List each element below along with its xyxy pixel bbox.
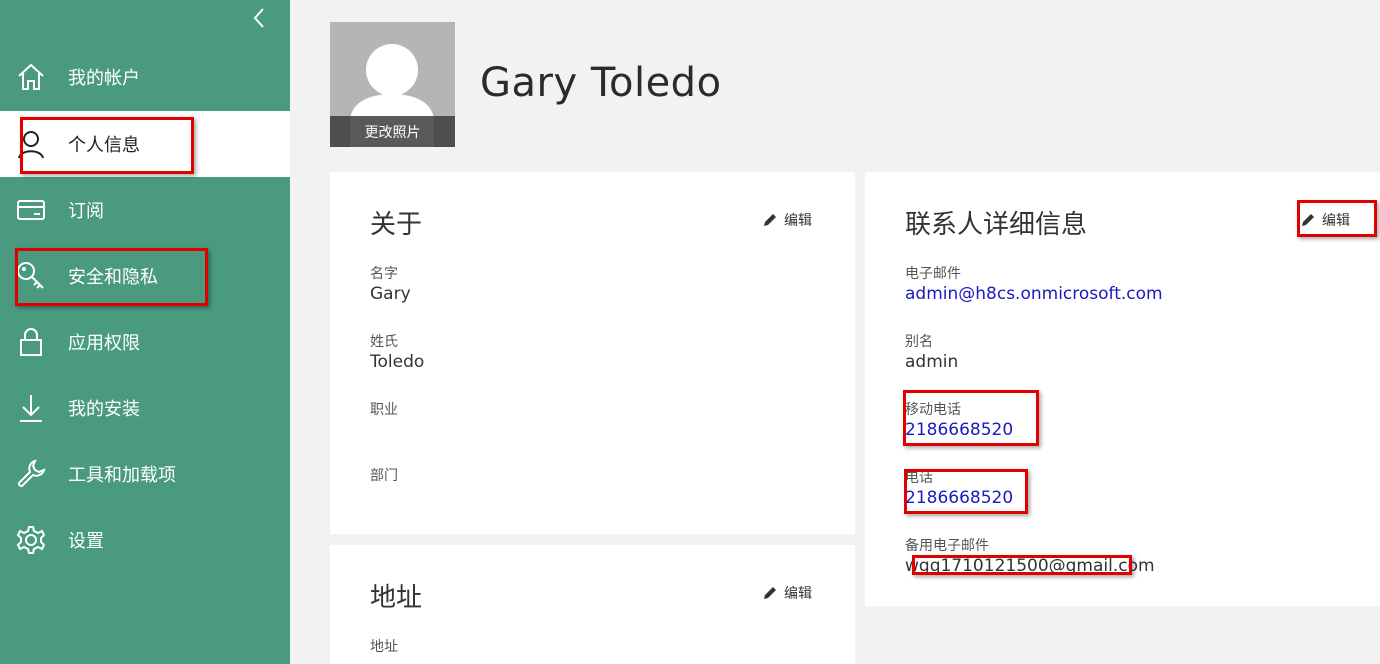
card-icon bbox=[14, 193, 48, 227]
sidebar-item-label: 设置 bbox=[68, 531, 104, 552]
sidebar-item-my-installs[interactable]: 我的安装 bbox=[0, 375, 290, 441]
sidebar-item-my-account[interactable]: 我的帐户 bbox=[0, 44, 290, 110]
lock-icon bbox=[14, 325, 48, 359]
edit-label: 编辑 bbox=[1322, 213, 1350, 229]
home-icon bbox=[14, 60, 48, 94]
wrench-icon bbox=[14, 457, 48, 491]
mobile-link[interactable]: 2186668520 bbox=[905, 420, 1013, 440]
person-icon bbox=[14, 127, 48, 161]
gear-icon bbox=[14, 523, 48, 557]
mobile-label: 移动电话 bbox=[905, 402, 961, 418]
sidebar-item-label: 应用权限 bbox=[68, 333, 140, 354]
sidebar-item-label: 我的安装 bbox=[68, 399, 140, 420]
sidebar-item-label: 个人信息 bbox=[68, 135, 140, 156]
department-label: 部门 bbox=[370, 468, 398, 484]
phone-label: 电话 bbox=[905, 470, 933, 486]
collapse-sidebar-button[interactable] bbox=[250, 6, 270, 30]
change-photo-button[interactable]: 更改照片 bbox=[330, 116, 455, 147]
profile-name: Gary Toledo bbox=[480, 60, 722, 106]
address-title: 地址 bbox=[370, 583, 423, 613]
sidebar-item-subscriptions[interactable]: 订阅 bbox=[0, 177, 290, 243]
alias-label: 别名 bbox=[905, 334, 933, 350]
contact-edit-button[interactable]: 编辑 bbox=[1300, 210, 1350, 230]
avatar[interactable]: 更改照片 bbox=[330, 22, 455, 147]
alias-value: admin bbox=[905, 352, 959, 372]
edit-label: 编辑 bbox=[784, 213, 812, 229]
contact-card: 联系人详细信息 编辑 电子邮件 admin@h8cs.onmicrosoft.c… bbox=[865, 172, 1380, 606]
sidebar-item-security-privacy[interactable]: 安全和隐私 bbox=[0, 243, 290, 309]
sidebar-item-app-permissions[interactable]: 应用权限 bbox=[0, 309, 290, 375]
sidebar-item-label: 我的帐户 bbox=[68, 68, 140, 89]
first-name-label: 名字 bbox=[370, 266, 398, 282]
sidebar-item-settings[interactable]: 设置 bbox=[0, 507, 290, 573]
email-label: 电子邮件 bbox=[905, 266, 961, 282]
last-name-value: Toledo bbox=[370, 352, 425, 372]
edit-label: 编辑 bbox=[784, 586, 812, 602]
address-label: 地址 bbox=[370, 639, 398, 655]
phone-link[interactable]: 2186668520 bbox=[905, 488, 1013, 508]
sidebar-item-label: 安全和隐私 bbox=[68, 267, 158, 288]
email-link[interactable]: admin@h8cs.onmicrosoft.com bbox=[905, 284, 1163, 304]
job-label: 职业 bbox=[370, 402, 398, 418]
sidebar-item-label: 工具和加载项 bbox=[68, 465, 176, 486]
address-edit-button[interactable]: 编辑 bbox=[762, 583, 812, 603]
chevron-left-icon bbox=[253, 8, 264, 28]
first-name-value: Gary bbox=[370, 284, 411, 304]
about-card: 关于 编辑 名字 Gary 姓氏 Toledo 职业 部门 bbox=[330, 172, 855, 534]
pencil-icon bbox=[764, 214, 776, 226]
sidebar: 我的帐户 个人信息 订阅 安全和隐私 应用权限 我的安装 工具和加载项 设置 bbox=[0, 0, 290, 664]
alt-email-label: 备用电子邮件 bbox=[905, 538, 989, 554]
about-title: 关于 bbox=[370, 210, 423, 240]
download-icon bbox=[14, 391, 48, 425]
sidebar-item-label: 订阅 bbox=[68, 201, 104, 222]
pencil-icon bbox=[1302, 214, 1314, 226]
about-edit-button[interactable]: 编辑 bbox=[762, 210, 812, 230]
contact-title: 联系人详细信息 bbox=[905, 210, 1088, 240]
key-icon bbox=[14, 259, 48, 293]
alt-email-value: wgq1710121500@gmail.com bbox=[905, 556, 1155, 576]
last-name-label: 姓氏 bbox=[370, 334, 398, 350]
address-card: 地址 编辑 地址 bbox=[330, 545, 855, 664]
sidebar-item-personal-info[interactable]: 个人信息 bbox=[0, 111, 290, 177]
sidebar-item-tools-addins[interactable]: 工具和加载项 bbox=[0, 441, 290, 507]
pencil-icon bbox=[764, 587, 776, 599]
